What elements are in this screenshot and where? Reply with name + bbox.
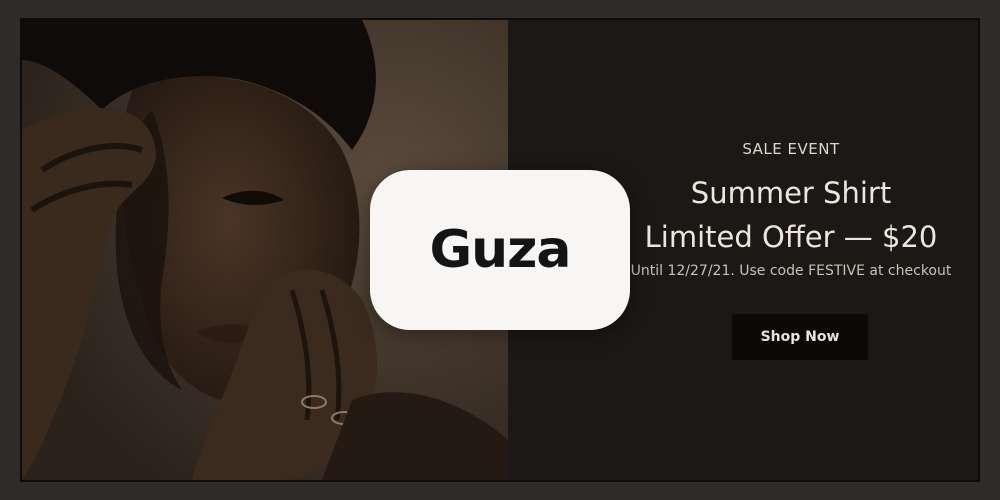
sale-event-label: SALE EVENT bbox=[742, 140, 840, 158]
promo-subline: Until 12/27/21. Use code FESTIVE at chec… bbox=[630, 263, 952, 279]
brand-logo-text: Guza bbox=[429, 220, 571, 280]
promo-headline: Summer Shirt Limited Offer — $20 bbox=[604, 171, 978, 259]
brand-logo-card: Guza bbox=[370, 170, 630, 330]
shop-now-button[interactable]: Shop Now bbox=[732, 314, 868, 360]
headline-line-2: Limited Offer — $20 bbox=[644, 220, 938, 254]
headline-line-1: Summer Shirt bbox=[690, 176, 892, 210]
